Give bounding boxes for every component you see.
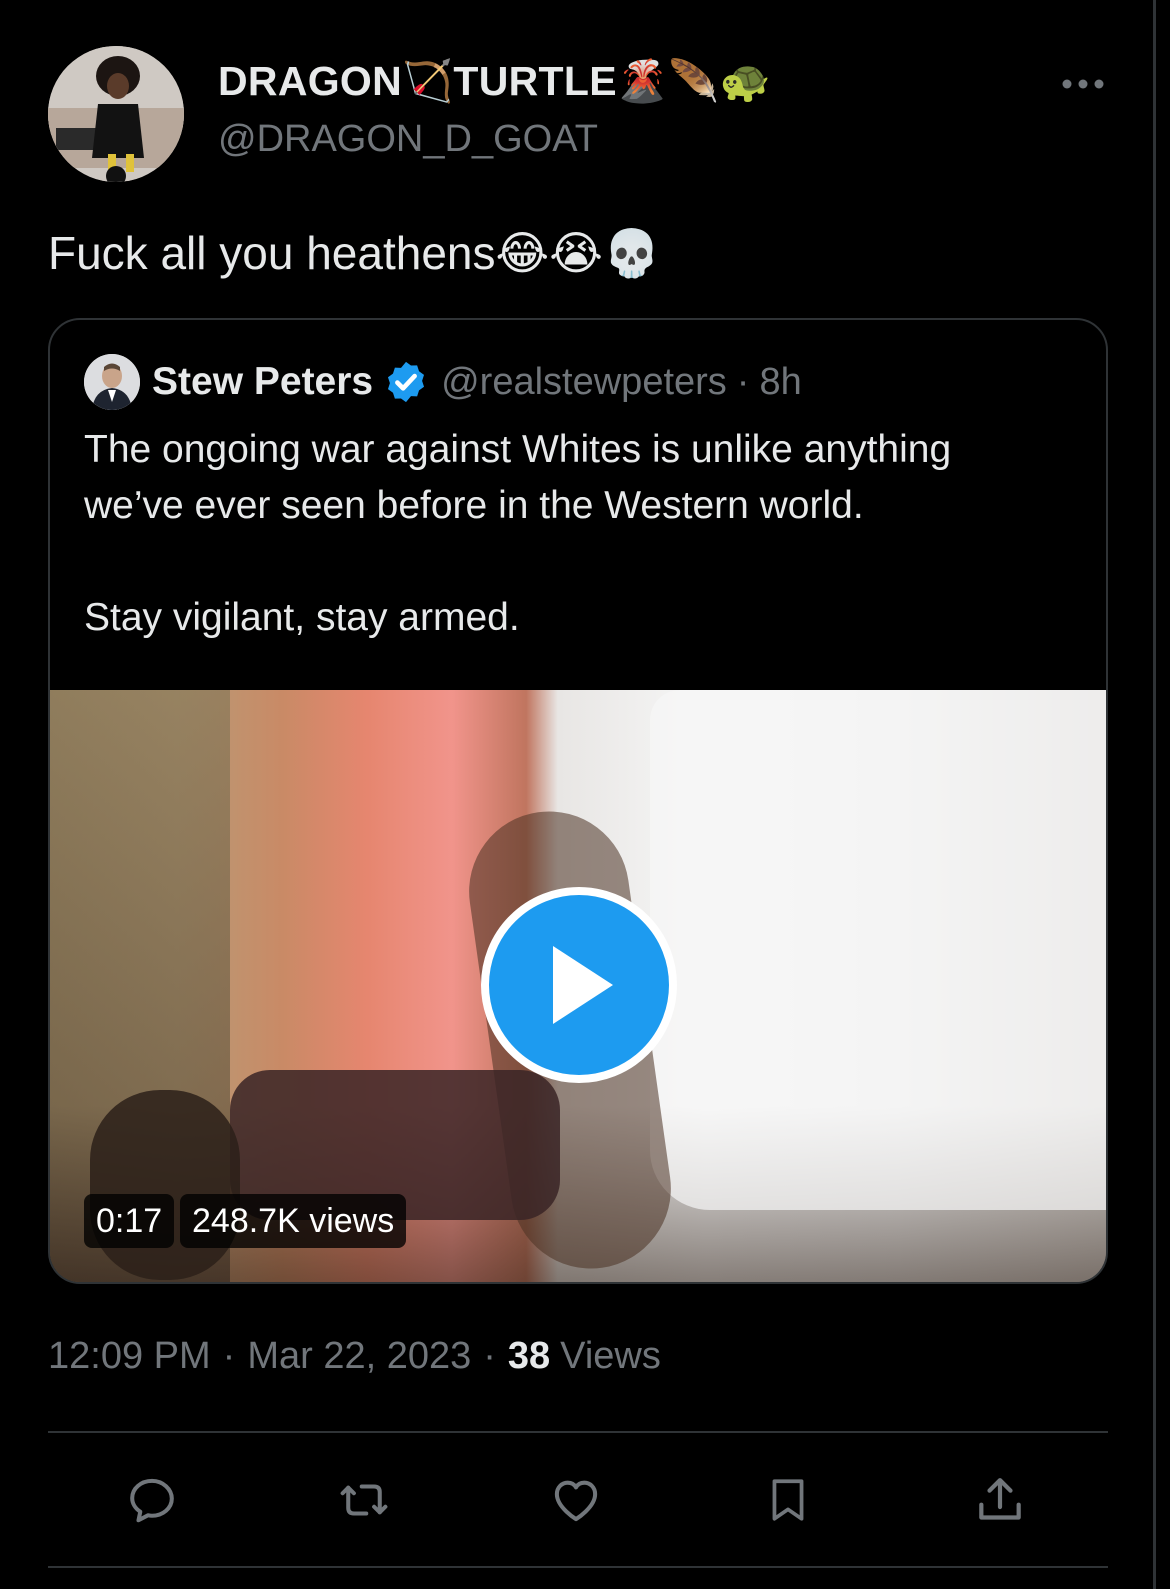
- bookmark-button[interactable]: [758, 1472, 818, 1528]
- post-time[interactable]: 12:09 PM: [48, 1335, 211, 1378]
- reply-icon: [130, 1478, 174, 1523]
- quoted-author-handle[interactable]: @realstewpeters: [441, 361, 727, 404]
- retweet-icon: [340, 1484, 388, 1516]
- separator-dot: ·: [483, 1334, 496, 1377]
- post-date[interactable]: Mar 22, 2023: [247, 1335, 471, 1378]
- more-dots-icon: [1062, 79, 1104, 89]
- verified-badge-icon: [388, 361, 425, 403]
- video-frame-area: [90, 1090, 240, 1280]
- author-avatar[interactable]: [48, 46, 184, 182]
- quoted-tweet-card[interactable]: Stew Peters @realstewpeters · 8h The ong…: [48, 318, 1108, 1284]
- tweet-text: Fuck all you heathens😂😭💀: [48, 227, 661, 279]
- reply-button[interactable]: [122, 1472, 182, 1528]
- quoted-author-avatar[interactable]: [84, 354, 140, 410]
- quoted-timestamp[interactable]: 8h: [759, 361, 801, 404]
- video-player[interactable]: 0:17 248.7K views: [50, 690, 1106, 1282]
- more-options-button[interactable]: [1058, 66, 1108, 102]
- quoted-avatar-photo: [84, 354, 140, 410]
- video-views-badge: 248.7K views: [180, 1194, 407, 1248]
- like-button[interactable]: [546, 1472, 606, 1528]
- author-handle[interactable]: @DRAGON_D_GOAT: [218, 118, 598, 161]
- play-button[interactable]: [481, 887, 677, 1083]
- quoted-header: Stew Peters @realstewpeters · 8h: [152, 356, 802, 408]
- divider: [48, 1431, 1108, 1433]
- tweet-detail-view: DRAGON🏹TURTLE🌋🪶🐢 @DRAGON_D_GOAT Fuck all…: [0, 0, 1170, 1589]
- quoted-author-name[interactable]: Stew Peters: [152, 360, 373, 404]
- retweet-button[interactable]: [334, 1472, 394, 1528]
- play-icon: [553, 946, 613, 1024]
- video-duration-badge: 0:17: [84, 1194, 175, 1248]
- quoted-tweet-text: The ongoing war against Whites is unlike…: [84, 422, 1084, 646]
- tweet-meta: 12:09 PM · Mar 22, 2023 · 38 Views: [48, 1330, 661, 1382]
- quoted-text-line: Stay vigilant, stay armed.: [84, 596, 520, 639]
- like-icon: [554, 1480, 598, 1522]
- view-count[interactable]: 38: [508, 1335, 550, 1378]
- scrollbar[interactable]: [1153, 0, 1156, 1589]
- share-button[interactable]: [970, 1472, 1030, 1528]
- avatar-photo: [48, 46, 184, 182]
- quoted-text-line: The ongoing war against Whites is unlike…: [84, 428, 952, 471]
- divider: [48, 1566, 1108, 1568]
- author-display-name[interactable]: DRAGON🏹TURTLE🌋🪶🐢: [218, 58, 771, 106]
- separator-dot: ·: [222, 1334, 236, 1377]
- views-label: Views: [560, 1334, 661, 1377]
- quoted-text-line: we’ve ever seen before in the Western wo…: [84, 484, 864, 527]
- bookmark-icon: [772, 1479, 804, 1521]
- separator-dot: ·: [736, 360, 750, 403]
- video-frame-area: [650, 690, 1106, 1210]
- share-icon: [979, 1478, 1021, 1520]
